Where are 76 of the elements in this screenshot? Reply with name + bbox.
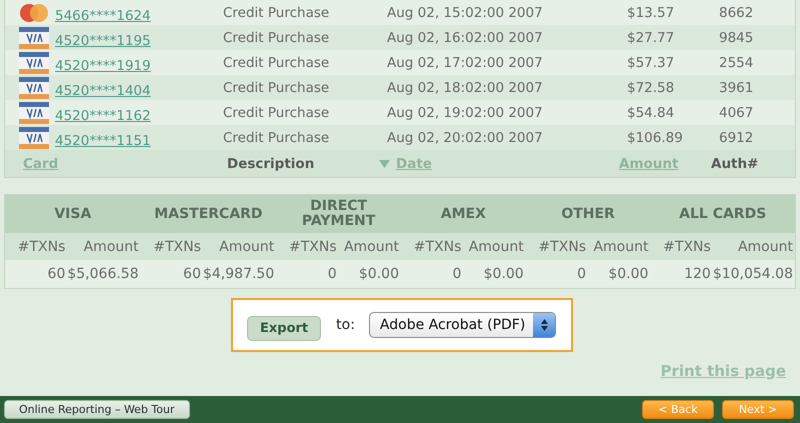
print-link[interactable]: Print this page: [660, 362, 786, 380]
column-header: Description: [227, 156, 314, 172]
card-type-header: ALL CARDS: [650, 195, 795, 233]
txn-count-cell-text: 120: [683, 265, 712, 284]
sub-header: Amount: [338, 233, 401, 260]
card-number-link[interactable]: 4520****1919: [55, 58, 223, 74]
date-cell-text: Aug 02, 19:02:00 2007: [387, 104, 544, 120]
date-cell-text: Aug 02, 20:02:00 2007: [387, 130, 544, 146]
amount-cell-text: $0.00: [482, 265, 525, 284]
next-button[interactable]: Next >: [722, 400, 794, 419]
card-number-link[interactable]: 5466****1624: [55, 8, 223, 24]
amount-cell-text: $4,987.50: [202, 265, 276, 284]
description-cell-text: Credit Purchase: [223, 4, 330, 20]
amount-cell-text: $72.58: [627, 80, 676, 96]
card-type-header: OTHER: [526, 195, 650, 233]
date-cell-text: Aug 02, 18:02:00 2007: [387, 80, 544, 96]
sub-header: Amount: [67, 233, 141, 260]
card-type-header: AMEX: [400, 195, 526, 233]
amount-cell-text: $57.37: [627, 54, 676, 70]
back-button[interactable]: < Back: [642, 400, 714, 419]
amount-cell-text: $54.84: [627, 104, 676, 120]
description-cell-text: Credit Purchase: [223, 54, 330, 70]
export-button[interactable]: Export: [247, 316, 322, 340]
description-cell-text: Credit Purchase: [223, 130, 330, 146]
column-sort-link[interactable]: Date: [396, 156, 432, 172]
card-number-link[interactable]: 4520****1151: [55, 132, 223, 148]
description-cell-text: Credit Purchase: [223, 80, 330, 96]
date-cell-text: Aug 02, 16:02:00 2007: [387, 30, 544, 46]
txn-count-cell-text: 0: [451, 265, 462, 284]
sub-header: Amount: [588, 233, 650, 260]
sort-arrow-icon[interactable]: [379, 160, 390, 168]
amount-cell-text: $13.57: [627, 4, 676, 20]
txn-count-cell-text: 0: [576, 265, 588, 284]
amount-cell-text: $0.00: [607, 265, 650, 284]
sub-header: #TXNs: [276, 233, 339, 260]
mastercard-card-icon: [19, 2, 49, 24]
date-cell-text: Aug 02, 15:02:00 2007: [387, 4, 544, 20]
auth-cell-text: 3961: [719, 80, 754, 96]
description-cell-text: Credit Purchase: [223, 30, 330, 46]
txn-count-cell-text: 60: [182, 265, 202, 284]
sub-header: #TXNs: [650, 233, 713, 260]
sub-header: Amount: [463, 233, 526, 260]
amount-cell-text: $106.89: [627, 130, 684, 146]
auth-cell-text: 9845: [719, 30, 754, 46]
card-type-header: VISA: [5, 195, 141, 233]
sub-header: #TXNs: [5, 233, 68, 260]
column-sort-link[interactable]: Card: [23, 156, 58, 172]
txn-count-cell-text: 60: [46, 265, 66, 284]
stepper-icon: [540, 319, 548, 331]
amount-cell-text: $10,054.08: [712, 265, 794, 284]
amount-cell-text: $5,066.58: [67, 265, 140, 284]
auth-cell-text: 8662: [719, 4, 754, 20]
amount-cell-text: $0.00: [358, 265, 400, 284]
card-number-link[interactable]: 4520****1195: [55, 32, 223, 48]
txn-count-cell-text: 0: [326, 265, 338, 284]
sub-header: Amount: [202, 233, 276, 260]
to-label: to:: [336, 317, 355, 333]
format-select[interactable]: Adobe Acrobat (PDF): [368, 312, 556, 338]
column-sort-link[interactable]: Amount: [619, 156, 678, 172]
sub-header: #TXNs: [526, 233, 588, 260]
visa-card-icon: [19, 126, 49, 148]
column-header: Auth#: [711, 156, 758, 172]
card-number-link[interactable]: 4520****1162: [55, 108, 223, 124]
auth-cell-text: 4067: [719, 104, 754, 120]
card-type-header: DIRECT PAYMENT: [276, 195, 401, 233]
description-cell-text: Credit Purchase: [223, 104, 330, 120]
auth-cell-text: 2554: [719, 54, 754, 70]
tour-title-button[interactable]: Online Reporting – Web Tour: [4, 400, 190, 419]
sub-header: #TXNs: [400, 233, 464, 260]
auth-cell-text: 6912: [719, 130, 754, 146]
card-type-header: MASTERCARD: [140, 195, 276, 233]
sub-header: #TXNs: [140, 233, 203, 260]
card-number-link[interactable]: 4520****1404: [55, 82, 223, 98]
sub-header: Amount: [712, 233, 795, 260]
date-cell-text: Aug 02, 17:02:00 2007: [387, 54, 544, 70]
amount-cell-text: $27.77: [627, 30, 676, 46]
